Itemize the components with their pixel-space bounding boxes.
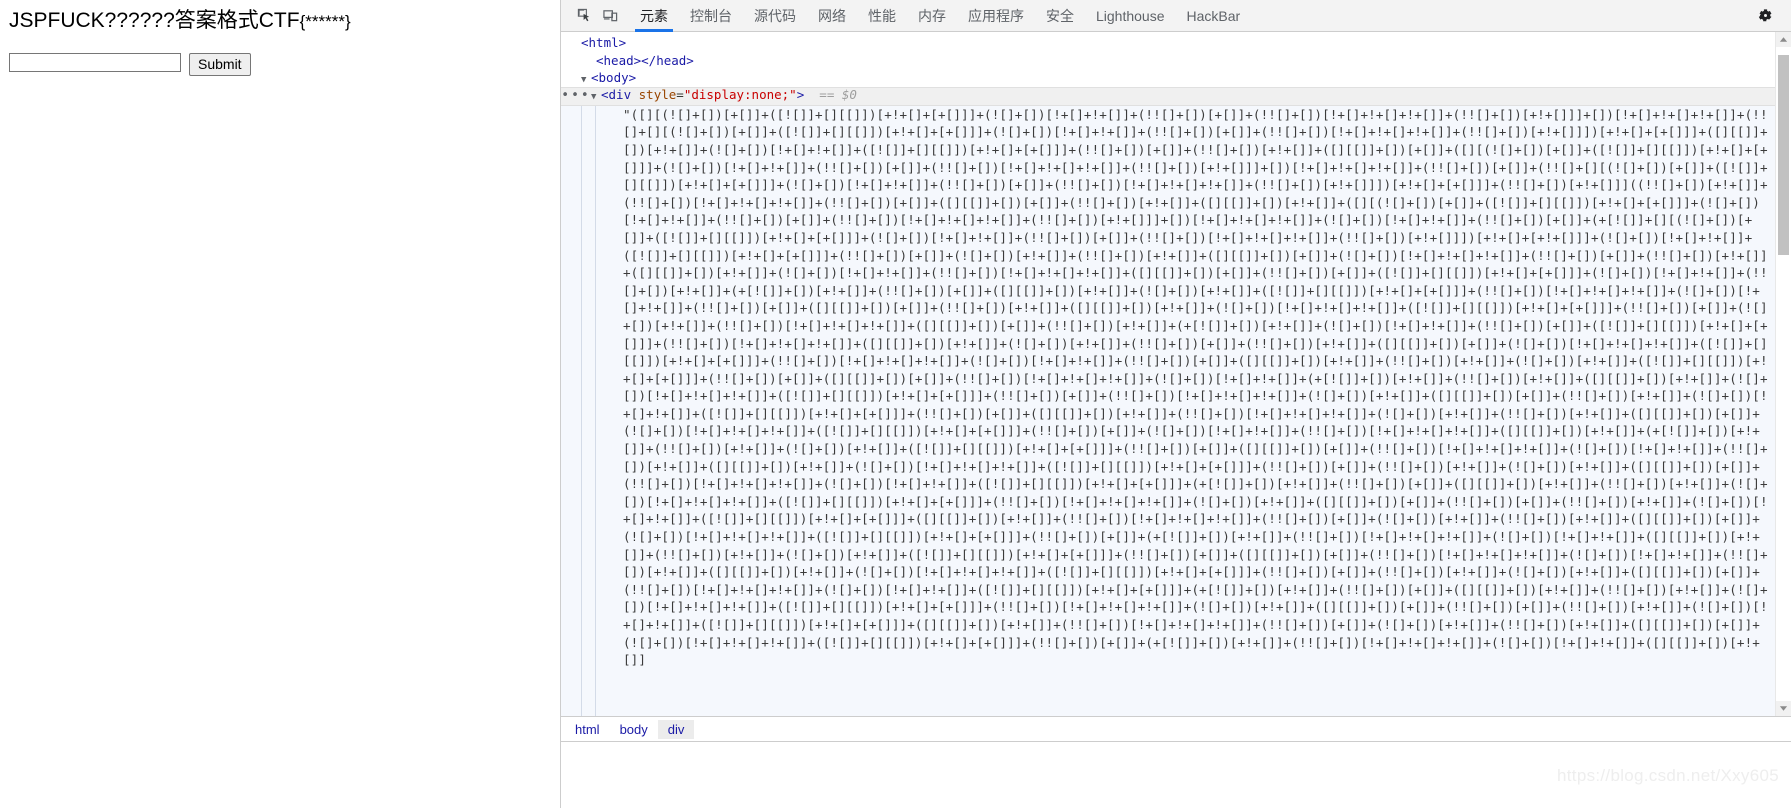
tab-sources[interactable]: 源代码 — [743, 0, 807, 32]
devtools-toolbar: 元素 控制台 源代码 网络 性能 内存 应用程序 安全 Lighthouse H… — [561, 0, 1791, 32]
scrollbar-track[interactable] — [1776, 47, 1791, 701]
expand-arrow-div-icon[interactable]: ▼ — [591, 89, 601, 107]
scroll-up-arrow-icon[interactable] — [1776, 32, 1791, 47]
dom-attr-equals: = — [676, 86, 684, 102]
dom-node-console-ref: $0 — [841, 86, 857, 102]
answer-input[interactable] — [9, 53, 181, 72]
tab-application[interactable]: 应用程序 — [957, 0, 1035, 32]
breadcrumb-item-div[interactable]: div — [657, 719, 695, 739]
web-page-pane: JSPFUCK??????答案格式CTF{******} Submit — [0, 0, 560, 808]
submit-button[interactable]: Submit — [189, 53, 251, 76]
dom-node-div-tagopen: <div — [601, 86, 639, 102]
dom-tree[interactable]: <html> <head></head> ▼ <body> ••• ▼ <div s… — [561, 32, 1775, 716]
gear-icon[interactable] — [1751, 2, 1779, 30]
dom-node-body-label: <body> — [591, 70, 637, 86]
node-badge-ellipsis-icon[interactable]: ••• — [561, 87, 591, 105]
dom-node-body[interactable]: ▼ <body> — [561, 69, 1775, 87]
page-title: JSPFUCK??????答案格式CTF{******} — [9, 8, 560, 35]
dom-tree-scrollbar[interactable] — [1775, 32, 1791, 716]
dom-node-html-label: <html> — [581, 35, 627, 50]
page-title-flag-format: {******} — [299, 12, 351, 31]
tab-hackbar[interactable]: HackBar — [1176, 0, 1252, 32]
dom-text-node-region: "([][(![]+[])[+[]]+([![]]+[][[]])[+!+[]+… — [561, 105, 1775, 716]
device-toolbar-icon[interactable] — [597, 3, 623, 29]
devtools-panel: 元素 控制台 源代码 网络 性能 内存 应用程序 安全 Lighthouse H… — [560, 0, 1791, 808]
scroll-down-arrow-icon[interactable] — [1776, 701, 1791, 716]
breadcrumb: html body div — [561, 716, 1791, 741]
tab-network[interactable]: 网络 — [807, 0, 857, 32]
dom-attr-style-value: "display:none;" — [683, 86, 797, 102]
app-root: JSPFUCK??????答案格式CTF{******} Submit 元素 控… — [0, 0, 1791, 808]
breadcrumb-item-html[interactable]: html — [565, 720, 610, 739]
tab-console[interactable]: 控制台 — [679, 0, 743, 32]
tab-security[interactable]: 安全 — [1035, 0, 1085, 32]
dom-node-html[interactable]: <html> — [561, 34, 1775, 52]
styles-pane-strip — [561, 741, 1791, 808]
elements-tree-region: <html> <head></head> ▼ <body> ••• ▼ <div s… — [561, 32, 1791, 716]
answer-form: Submit — [9, 53, 560, 76]
tab-performance[interactable]: 性能 — [857, 0, 907, 32]
dom-node-head-label: <head></head> — [596, 52, 694, 68]
dom-node-head[interactable]: <head></head> — [561, 52, 1775, 70]
breadcrumb-item-body[interactable]: body — [610, 720, 658, 739]
inspect-element-icon[interactable] — [571, 3, 597, 29]
dom-node-eq-marker: == — [819, 86, 835, 102]
tab-memory[interactable]: 内存 — [907, 0, 957, 32]
devtools-tab-bar: 元素 控制台 源代码 网络 性能 内存 应用程序 安全 Lighthouse H… — [629, 0, 1251, 32]
dom-node-div-selected[interactable]: ••• ▼ <div style="display:none;"> == $0 — [561, 86, 1775, 107]
page-title-main: JSPFUCK??????答案格式CTF — [9, 9, 300, 32]
dom-node-div-content: ▼ <div style="display:none;"> == $0 — [591, 86, 857, 107]
jsfuck-text-node[interactable]: "([][(![]+[])[+[]]+([![]]+[][[]])[+!+[]+… — [561, 106, 1775, 669]
scrollbar-thumb[interactable] — [1778, 55, 1789, 255]
tab-elements[interactable]: 元素 — [629, 0, 679, 32]
tab-lighthouse[interactable]: Lighthouse — [1085, 0, 1176, 32]
dom-attr-style-name: style — [638, 86, 677, 102]
